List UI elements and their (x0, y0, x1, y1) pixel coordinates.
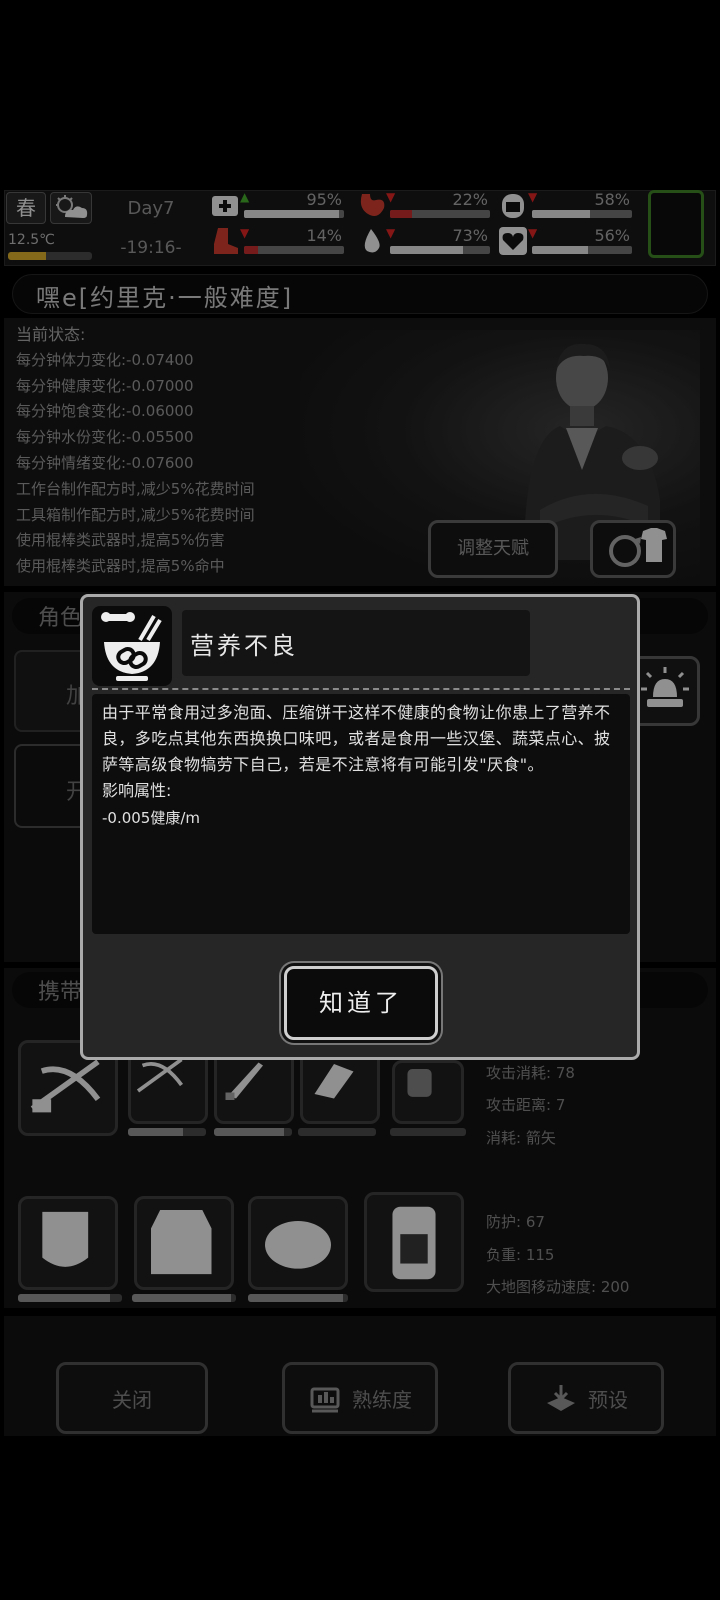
dialog-body: 由于平常食用过多泡面、压缩饼干这样不健康的食物让你患上了营养不良，多吃点其他东西… (92, 694, 630, 934)
affected-attribute-value: -0.005健康/m (102, 809, 201, 827)
malnutrition-icon (92, 606, 172, 686)
affected-attributes-label: 影响属性: (102, 781, 172, 800)
dialog-title: 营养不良 (190, 632, 298, 660)
dialog-divider (92, 688, 630, 690)
dialog-description: 由于平常食用过多泡面、压缩饼干这样不健康的食物让你患上了营养不良，多吃点其他东西… (102, 703, 611, 774)
got-it-button[interactable]: 知道了 (284, 966, 438, 1040)
